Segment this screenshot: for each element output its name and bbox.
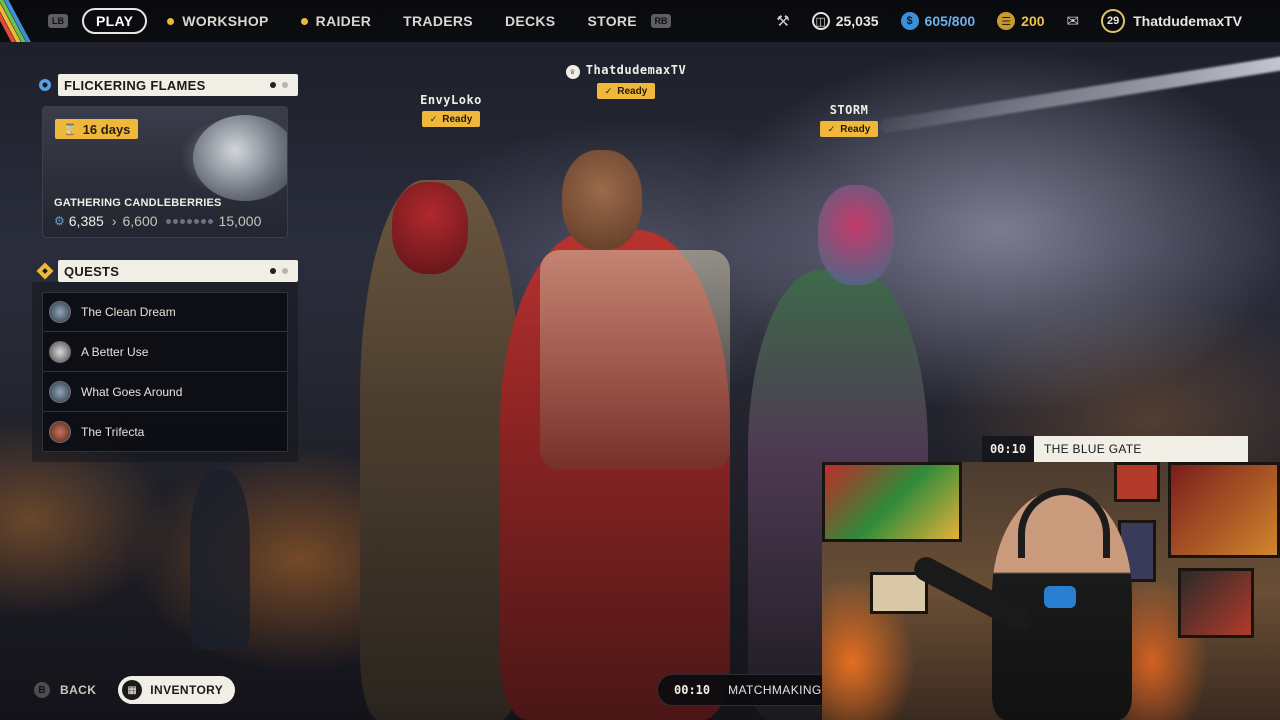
mailbox-icon[interactable]: ✉ (1067, 12, 1080, 30)
b-button-icon: B (34, 682, 50, 698)
tab-raider[interactable]: RAIDER (300, 13, 371, 29)
currency-credits: $ 605/800 (900, 12, 975, 30)
event-card[interactable]: ⌛ 16 days GATHERING CANDLEBERRIES ⚙ 6,38… (42, 106, 288, 238)
progress-current: 6,385 (68, 213, 104, 229)
back-button[interactable]: BACK (60, 683, 96, 697)
quest-list: The Clean Dream A Better Use What Goes A… (42, 292, 288, 452)
new-indicator-icon (167, 17, 175, 25)
tab-decks[interactable]: DECKS (505, 13, 556, 29)
overlay-title: THE BLUE GATE (1034, 436, 1248, 462)
quest-diamond-icon (32, 260, 58, 282)
tab-play[interactable]: PLAY (82, 8, 148, 34)
wall-poster (1178, 568, 1254, 638)
player-tag-thatdudemaxtv: ♕ ThatdudemaxTV ✓ Ready (560, 63, 692, 99)
quests-title: QUESTS (64, 263, 120, 279)
currency-coins: ◫ 25,035 (811, 12, 879, 30)
quest-giver-avatar-icon (49, 420, 71, 443)
progress-gear-icon: ⚙ (54, 214, 65, 228)
event-title: FLICKERING FLAMES (64, 77, 206, 93)
progress-next: 6,600 (122, 213, 158, 229)
inventory-icon: ▦ (122, 680, 143, 700)
ready-badge: ✓ Ready (421, 111, 481, 127)
matchmaking-timer: 00:10 (674, 683, 711, 697)
wall-poster (1114, 462, 1160, 502)
matchmaking-status[interactable]: 00:10 MATCHMAKING (657, 674, 827, 706)
coin-icon: ◫ (811, 12, 830, 30)
currency-tokens: ☰ 200 (997, 12, 1045, 30)
progress-dots (164, 218, 213, 224)
stream-overlay-header: 00:10 THE BLUE GATE (982, 436, 1248, 462)
token-icon: ☰ (997, 12, 1016, 30)
lb-bumper-icon: LB (48, 14, 68, 28)
quest-item-the-trifecta[interactable]: The Trifecta (42, 412, 288, 452)
blue-cup (1044, 586, 1076, 608)
inventory-button[interactable]: ▦ INVENTORY (118, 676, 236, 704)
quest-giver-avatar-icon (49, 301, 71, 323)
player-name: EnvyLoko (420, 93, 482, 107)
player-tag-storm: STORM ✓ Ready (818, 103, 880, 137)
ready-badge: ✓ Ready (819, 121, 879, 137)
gear-icon (32, 74, 58, 96)
level-badge: 29 (1101, 9, 1126, 33)
credit-icon: $ (900, 12, 919, 30)
top-nav-bar: LB PLAY WORKSHOP RAIDER TRADERS DECKS ST… (0, 0, 1280, 42)
checkmark-icon: ✓ (827, 123, 836, 134)
candleberry-tree-image (193, 115, 287, 201)
gift-icon[interactable]: ⚒ (776, 12, 789, 30)
hourglass-icon: ⌛ (63, 123, 77, 136)
checkmark-icon: ✓ (604, 85, 613, 96)
overlay-timer: 00:10 (982, 436, 1034, 462)
rainbow-stripes-logo (0, 0, 44, 42)
wall-poster (1168, 462, 1280, 558)
player-name: STORM (829, 103, 869, 117)
crown-icon: ♕ (565, 65, 580, 79)
event-progress: ⚙ 6,385 › 6,600 15,000 (54, 213, 261, 229)
progress-max: 15,000 (218, 213, 262, 229)
streamer-webcam (822, 462, 1280, 720)
tab-traders[interactable]: TRADERS (403, 13, 473, 29)
days-remaining-badge: ⌛ 16 days (55, 119, 139, 139)
new-indicator-icon (300, 17, 308, 25)
quest-giver-avatar-icon (49, 340, 71, 363)
tab-store[interactable]: STORE (587, 13, 636, 29)
rb-bumper-icon: RB (650, 14, 671, 28)
event-pager[interactable] (264, 82, 288, 88)
event-panel-header[interactable]: FLICKERING FLAMES (32, 74, 298, 96)
quest-item-what-goes-around[interactable]: What Goes Around (42, 372, 288, 412)
ready-badge: ✓ Ready (596, 83, 656, 99)
matchmaking-label: MATCHMAKING (728, 683, 822, 697)
player-tag-envyloko: EnvyLoko ✓ Ready (414, 93, 488, 127)
bottom-actions: B BACK ▦ INVENTORY (34, 676, 236, 704)
quests-pager[interactable] (264, 268, 288, 274)
profile-button[interactable]: 29 ThatdudemaxTV (1101, 9, 1242, 33)
wall-poster (822, 462, 962, 542)
quest-item-a-better-use[interactable]: A Better Use (42, 332, 288, 372)
chevron-right-icon: › (111, 213, 117, 229)
username: ThatdudemaxTV (1133, 13, 1242, 29)
event-objective: GATHERING CANDLEBERRIES (54, 197, 222, 209)
checkmark-icon: ✓ (429, 113, 438, 124)
player-name: ♕ ThatdudemaxTV (560, 63, 692, 79)
quests-panel-header[interactable]: QUESTS (32, 260, 298, 282)
quest-item-clean-dream[interactable]: The Clean Dream (42, 292, 288, 332)
tab-workshop[interactable]: WORKSHOP (167, 13, 268, 29)
quest-giver-avatar-icon (49, 380, 71, 403)
